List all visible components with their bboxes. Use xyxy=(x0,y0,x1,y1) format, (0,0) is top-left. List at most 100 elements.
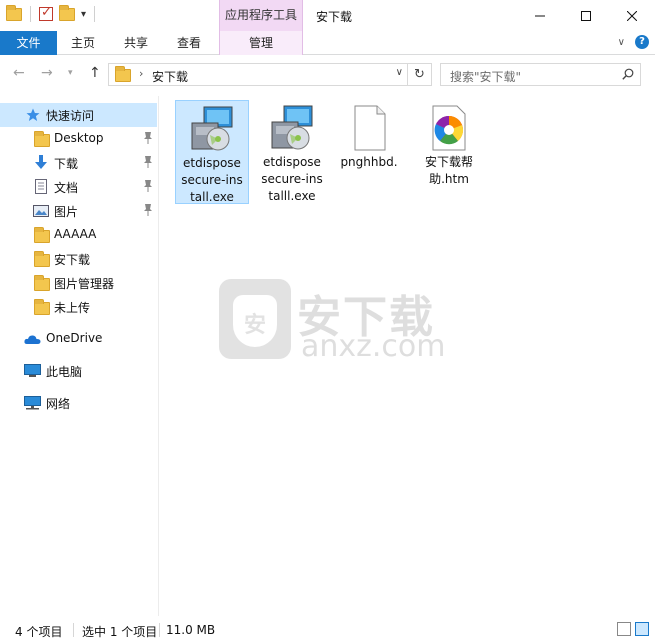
folder-icon xyxy=(115,66,131,82)
file-item[interactable]: etdispose secure-ins tall.exe xyxy=(175,100,249,204)
nav-label: OneDrive xyxy=(46,331,103,345)
details-view-icon[interactable] xyxy=(617,622,631,636)
ribbon-controls: ∨ ? xyxy=(618,35,649,49)
back-arrow-icon[interactable]: ← xyxy=(13,65,25,81)
nav-item-folder[interactable]: 安下载 xyxy=(0,247,157,271)
selection-size: 11.0 MB xyxy=(166,623,216,637)
status-divider xyxy=(159,623,160,637)
pin-icon[interactable] xyxy=(143,132,153,144)
search-placeholder: 搜索"安下载" xyxy=(450,70,522,84)
file-item[interactable]: etdispose secure-ins talll.exe xyxy=(255,100,329,204)
selection-count: 选中 1 个项目 xyxy=(82,625,158,639)
tab-manage[interactable]: 管理 xyxy=(219,31,303,55)
nav-onedrive[interactable]: OneDrive xyxy=(0,327,157,351)
file-name: 安下载帮 助.htm xyxy=(424,155,473,186)
ribbon-tabs: 文件 主页 共享 查看 管理 ∨ ? xyxy=(0,31,655,55)
picture-icon xyxy=(33,205,49,217)
breadcrumb-current[interactable]: 安下载 xyxy=(152,68,188,85)
address-dropdown-icon[interactable]: ∨ xyxy=(396,67,403,78)
close-button[interactable] xyxy=(609,0,655,31)
watermark-logo: 安 安下载 anxz.com xyxy=(219,279,446,364)
file-item[interactable]: pnghhbd. xyxy=(332,100,406,180)
view-switcher xyxy=(617,622,649,636)
folder-icon xyxy=(34,275,50,291)
search-icon xyxy=(622,68,634,80)
file-name: etdispose secure-ins tall.exe xyxy=(181,156,243,204)
tab-file[interactable]: 文件 xyxy=(0,31,57,55)
browser-html-icon xyxy=(425,104,473,152)
status-bar: 4 个项目 选中 1 个项目 11.0 MB xyxy=(0,618,655,642)
nav-this-pc[interactable]: 此电脑 xyxy=(0,359,157,383)
maximize-button[interactable] xyxy=(563,0,609,31)
window-title: 安下载 xyxy=(316,10,353,24)
close-icon xyxy=(627,10,637,21)
nav-item-folder[interactable]: 图片管理器 xyxy=(0,271,157,295)
large-icons-view-icon[interactable] xyxy=(635,622,649,636)
star-icon xyxy=(26,108,40,121)
nav-label: 图片 xyxy=(54,205,79,219)
network-icon xyxy=(24,396,41,410)
nav-label: AAAAA xyxy=(54,227,97,241)
document-icon xyxy=(35,179,47,194)
watermark-text-en: anxz.com xyxy=(301,329,446,364)
properties-icon[interactable] xyxy=(39,5,53,21)
navigation-bar: ← → ▾ ↑ › 安下载 ∨ ↻ 搜索"安下载" xyxy=(0,56,655,94)
tab-view[interactable]: 查看 xyxy=(171,31,207,55)
folder-icon xyxy=(34,251,50,267)
folder-icon[interactable] xyxy=(6,4,22,21)
nav-label: 文档 xyxy=(54,181,79,195)
help-icon[interactable]: ? xyxy=(635,35,649,49)
breadcrumb-chevron-icon[interactable]: › xyxy=(139,67,143,80)
quick-access-toolbar: ▾ xyxy=(6,4,97,22)
folder-icon xyxy=(34,131,50,147)
cloud-icon xyxy=(24,335,41,344)
pin-icon[interactable] xyxy=(143,156,153,168)
nav-label: 图片管理器 xyxy=(54,277,115,291)
computer-icon xyxy=(24,364,41,377)
folder-icon xyxy=(34,227,50,243)
file-name: etdispose secure-ins talll.exe xyxy=(261,155,323,203)
nav-label: 此电脑 xyxy=(46,365,83,379)
customize-toolbar-icon[interactable]: ▾ xyxy=(81,9,86,20)
new-folder-icon[interactable] xyxy=(59,4,75,21)
blank-file-icon xyxy=(345,104,393,152)
forward-arrow-icon[interactable]: → xyxy=(41,65,53,81)
folder-icon xyxy=(34,299,50,315)
nav-item-folder[interactable]: AAAAA xyxy=(0,223,157,247)
pin-icon[interactable] xyxy=(143,180,153,192)
nav-network[interactable]: 网络 xyxy=(0,391,157,415)
nav-quick-access[interactable]: 快速访问 xyxy=(0,103,157,127)
refresh-button[interactable]: ↻ xyxy=(408,63,432,86)
contextual-group-label: 应用程序工具 xyxy=(219,0,303,31)
toolbar-divider xyxy=(94,6,96,22)
nav-label: 快速访问 xyxy=(46,109,95,123)
navigation-pane: 快速访问 Desktop 下载 文档 图片 AAAAA 安下载 图片管理器 未上… xyxy=(0,96,159,616)
item-count: 4 个项目 xyxy=(15,625,63,639)
nav-item-folder[interactable]: 未上传 xyxy=(0,295,157,319)
expand-ribbon-icon[interactable]: ∨ xyxy=(618,37,625,48)
nav-item-desktop[interactable]: Desktop xyxy=(0,127,157,151)
nav-label: 安下载 xyxy=(54,253,91,267)
window-controls xyxy=(517,0,655,31)
recent-locations-icon[interactable]: ▾ xyxy=(68,68,73,78)
download-arrow-icon xyxy=(35,155,47,169)
shield-logo-icon: 安 xyxy=(219,279,291,359)
toolbar-divider xyxy=(30,6,31,22)
nav-label: 网络 xyxy=(46,397,71,411)
minimize-button[interactable] xyxy=(517,0,563,31)
search-box[interactable]: 搜索"安下载" xyxy=(440,63,641,86)
watermark-shield-char: 安 xyxy=(243,313,266,338)
nav-item-downloads[interactable]: 下载 xyxy=(0,151,157,175)
nav-item-pictures[interactable]: 图片 xyxy=(0,199,157,223)
pin-icon[interactable] xyxy=(143,204,153,216)
refresh-icon: ↻ xyxy=(414,67,425,82)
file-item[interactable]: 安下载帮 助.htm xyxy=(412,100,486,192)
nav-item-documents[interactable]: 文档 xyxy=(0,175,157,199)
minimize-icon xyxy=(535,15,545,16)
address-bar[interactable]: › 安下载 ∨ xyxy=(108,63,408,86)
tab-share[interactable]: 共享 xyxy=(118,31,154,55)
tab-home[interactable]: 主页 xyxy=(66,31,100,55)
maximize-icon xyxy=(581,10,591,21)
nav-label: 未上传 xyxy=(54,301,91,315)
up-arrow-icon[interactable]: ↑ xyxy=(89,65,101,81)
